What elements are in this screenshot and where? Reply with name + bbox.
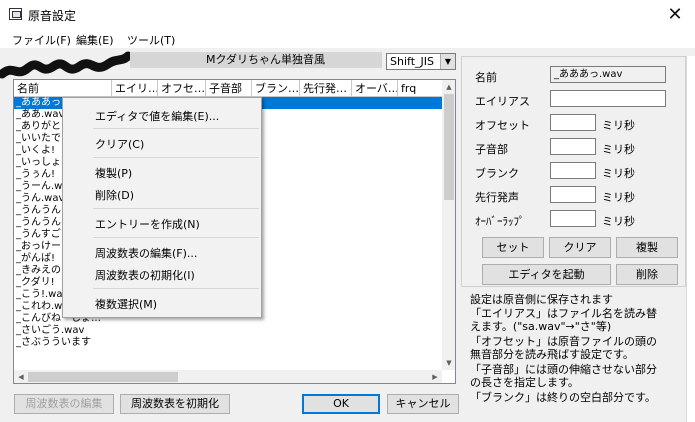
init-freq-table-button[interactable]: 周波数表を初期化 <box>120 394 230 414</box>
alias-field[interactable] <box>550 90 666 107</box>
encoding-value: Shift_JIS <box>390 55 434 68</box>
overlap-label: ｵｰﾊﾞｰﾗｯﾌﾟ <box>475 215 525 228</box>
help-note: 「エイリアス」はファイル名を読み替 <box>470 307 657 320</box>
background-window-edge <box>686 56 695 422</box>
app-icon <box>9 8 22 20</box>
scroll-up-icon[interactable]: ▲ <box>442 80 455 94</box>
column-header-overlap[interactable]: オーバ… <box>352 80 398 97</box>
overlap-field[interactable] <box>550 210 596 227</box>
delete-button[interactable]: 削除 <box>616 264 678 285</box>
menu-tools[interactable]: ツール(T) <box>127 32 175 48</box>
menu-item-create-entry[interactable]: エントリーを作成(N) <box>95 216 200 232</box>
overlap-unit: ミリ秒 <box>602 215 635 228</box>
offset-label: オフセット <box>475 119 530 132</box>
menu-item-edit-freq-table[interactable]: 周波数表の編集(F)... <box>95 245 197 261</box>
title-bar: 原音設定 ✕ <box>0 0 695 30</box>
help-note: 「ブランク」は終りの空白部分です。 <box>470 391 656 404</box>
column-header-name[interactable]: 名前 <box>14 80 112 97</box>
horizontal-scroll-thumb[interactable] <box>28 372 178 382</box>
blank-label: ブランク <box>475 167 519 180</box>
menu-separator <box>93 128 259 129</box>
name-field: _あああっ.wav <box>550 66 666 83</box>
column-header-offset[interactable]: オフセ… <box>158 80 206 97</box>
offset-unit: ミリ秒 <box>602 119 635 132</box>
chevron-down-icon[interactable]: ▼ <box>440 54 455 69</box>
clear-button[interactable]: クリア <box>549 237 611 258</box>
menu-separator <box>93 208 259 209</box>
menu-item-clear[interactable]: クリア(C) <box>95 136 144 152</box>
redaction-scribble <box>0 51 130 79</box>
menu-item-duplicate[interactable]: 複製(P) <box>95 165 132 181</box>
offset-field[interactable] <box>550 114 596 131</box>
set-button[interactable]: セット <box>482 237 544 258</box>
help-note: えます。("sa.wav"→"さ"等) <box>470 320 612 333</box>
voicebank-name: Mクダリちゃん単独音風 <box>130 52 382 68</box>
column-header-preutter[interactable]: 先行発… <box>300 80 352 97</box>
preutter-field[interactable] <box>550 186 596 203</box>
preutter-label: 先行発声 <box>475 191 519 204</box>
window-title: 原音設定 <box>28 9 77 23</box>
name-label: 名前 <box>475 71 497 84</box>
column-header-alias[interactable]: エイリ… <box>112 80 158 97</box>
menu-separator <box>93 237 259 238</box>
scroll-left-icon[interactable]: ◀ <box>14 370 28 383</box>
help-note: 「オフセット」は原音ファイルの頭の <box>470 335 657 348</box>
help-note: 「子音部」には頭の伸縮させない部分 <box>470 363 657 376</box>
menu-item-init-freq-table[interactable]: 周波数表の初期化(I) <box>95 267 195 283</box>
menu-item-delete[interactable]: 削除(D) <box>95 187 134 203</box>
menu-item-edit-in-editor[interactable]: エディタで値を編集(E)... <box>95 108 219 124</box>
duplicate-button[interactable]: 複製 <box>616 237 678 258</box>
scroll-right-icon[interactable]: ▶ <box>428 370 442 383</box>
list-item[interactable]: _さいごう.wav <box>14 325 442 337</box>
scroll-down-icon[interactable]: ▼ <box>442 356 455 370</box>
menu-separator <box>93 288 259 289</box>
vertical-scroll-thumb[interactable] <box>444 94 454 200</box>
menu-separator <box>93 157 259 158</box>
consonant-label: 子音部 <box>475 143 508 156</box>
edit-freq-table-button[interactable]: 周波数表の編集 <box>14 394 114 414</box>
encoding-select[interactable]: Shift_JIS ▼ <box>386 53 456 70</box>
column-header-blank[interactable]: ブラン… <box>252 80 300 97</box>
menu-item-multi-select[interactable]: 複数選択(M) <box>95 296 157 312</box>
ok-button[interactable]: OK <box>302 394 380 414</box>
cancel-button[interactable]: キャンセル <box>387 394 459 414</box>
launch-editor-button[interactable]: エディタを起動 <box>482 264 611 285</box>
consonant-unit: ミリ秒 <box>602 143 635 156</box>
blank-field[interactable] <box>550 162 596 179</box>
list-header: 名前 エイリ… オフセ… 子音部 ブラン… 先行発… オーバ… frq <box>14 80 444 97</box>
column-header-consonant[interactable]: 子音部 <box>206 80 252 97</box>
close-icon[interactable]: ✕ <box>660 3 690 27</box>
blank-unit: ミリ秒 <box>602 167 635 180</box>
horizontal-scrollbar[interactable]: ◀ ▶ <box>14 370 442 383</box>
vertical-scrollbar[interactable]: ▲ ▼ <box>442 80 455 370</box>
preutter-unit: ミリ秒 <box>602 191 635 204</box>
consonant-field[interactable] <box>550 138 596 155</box>
alias-label: エイリアス <box>475 95 530 108</box>
help-note: の長さを指定します。 <box>470 376 579 389</box>
context-menu: エディタで値を編集(E)... クリア(C) 複製(P) 削除(D) エントリー… <box>62 97 262 318</box>
column-header-frq[interactable]: frq <box>398 80 444 97</box>
list-item[interactable]: _さぶうういます <box>14 337 442 349</box>
help-note: 設定は原音側に保存されます <box>470 293 613 306</box>
help-note: 無音部分を読み飛ばす設定です。 <box>470 348 634 361</box>
